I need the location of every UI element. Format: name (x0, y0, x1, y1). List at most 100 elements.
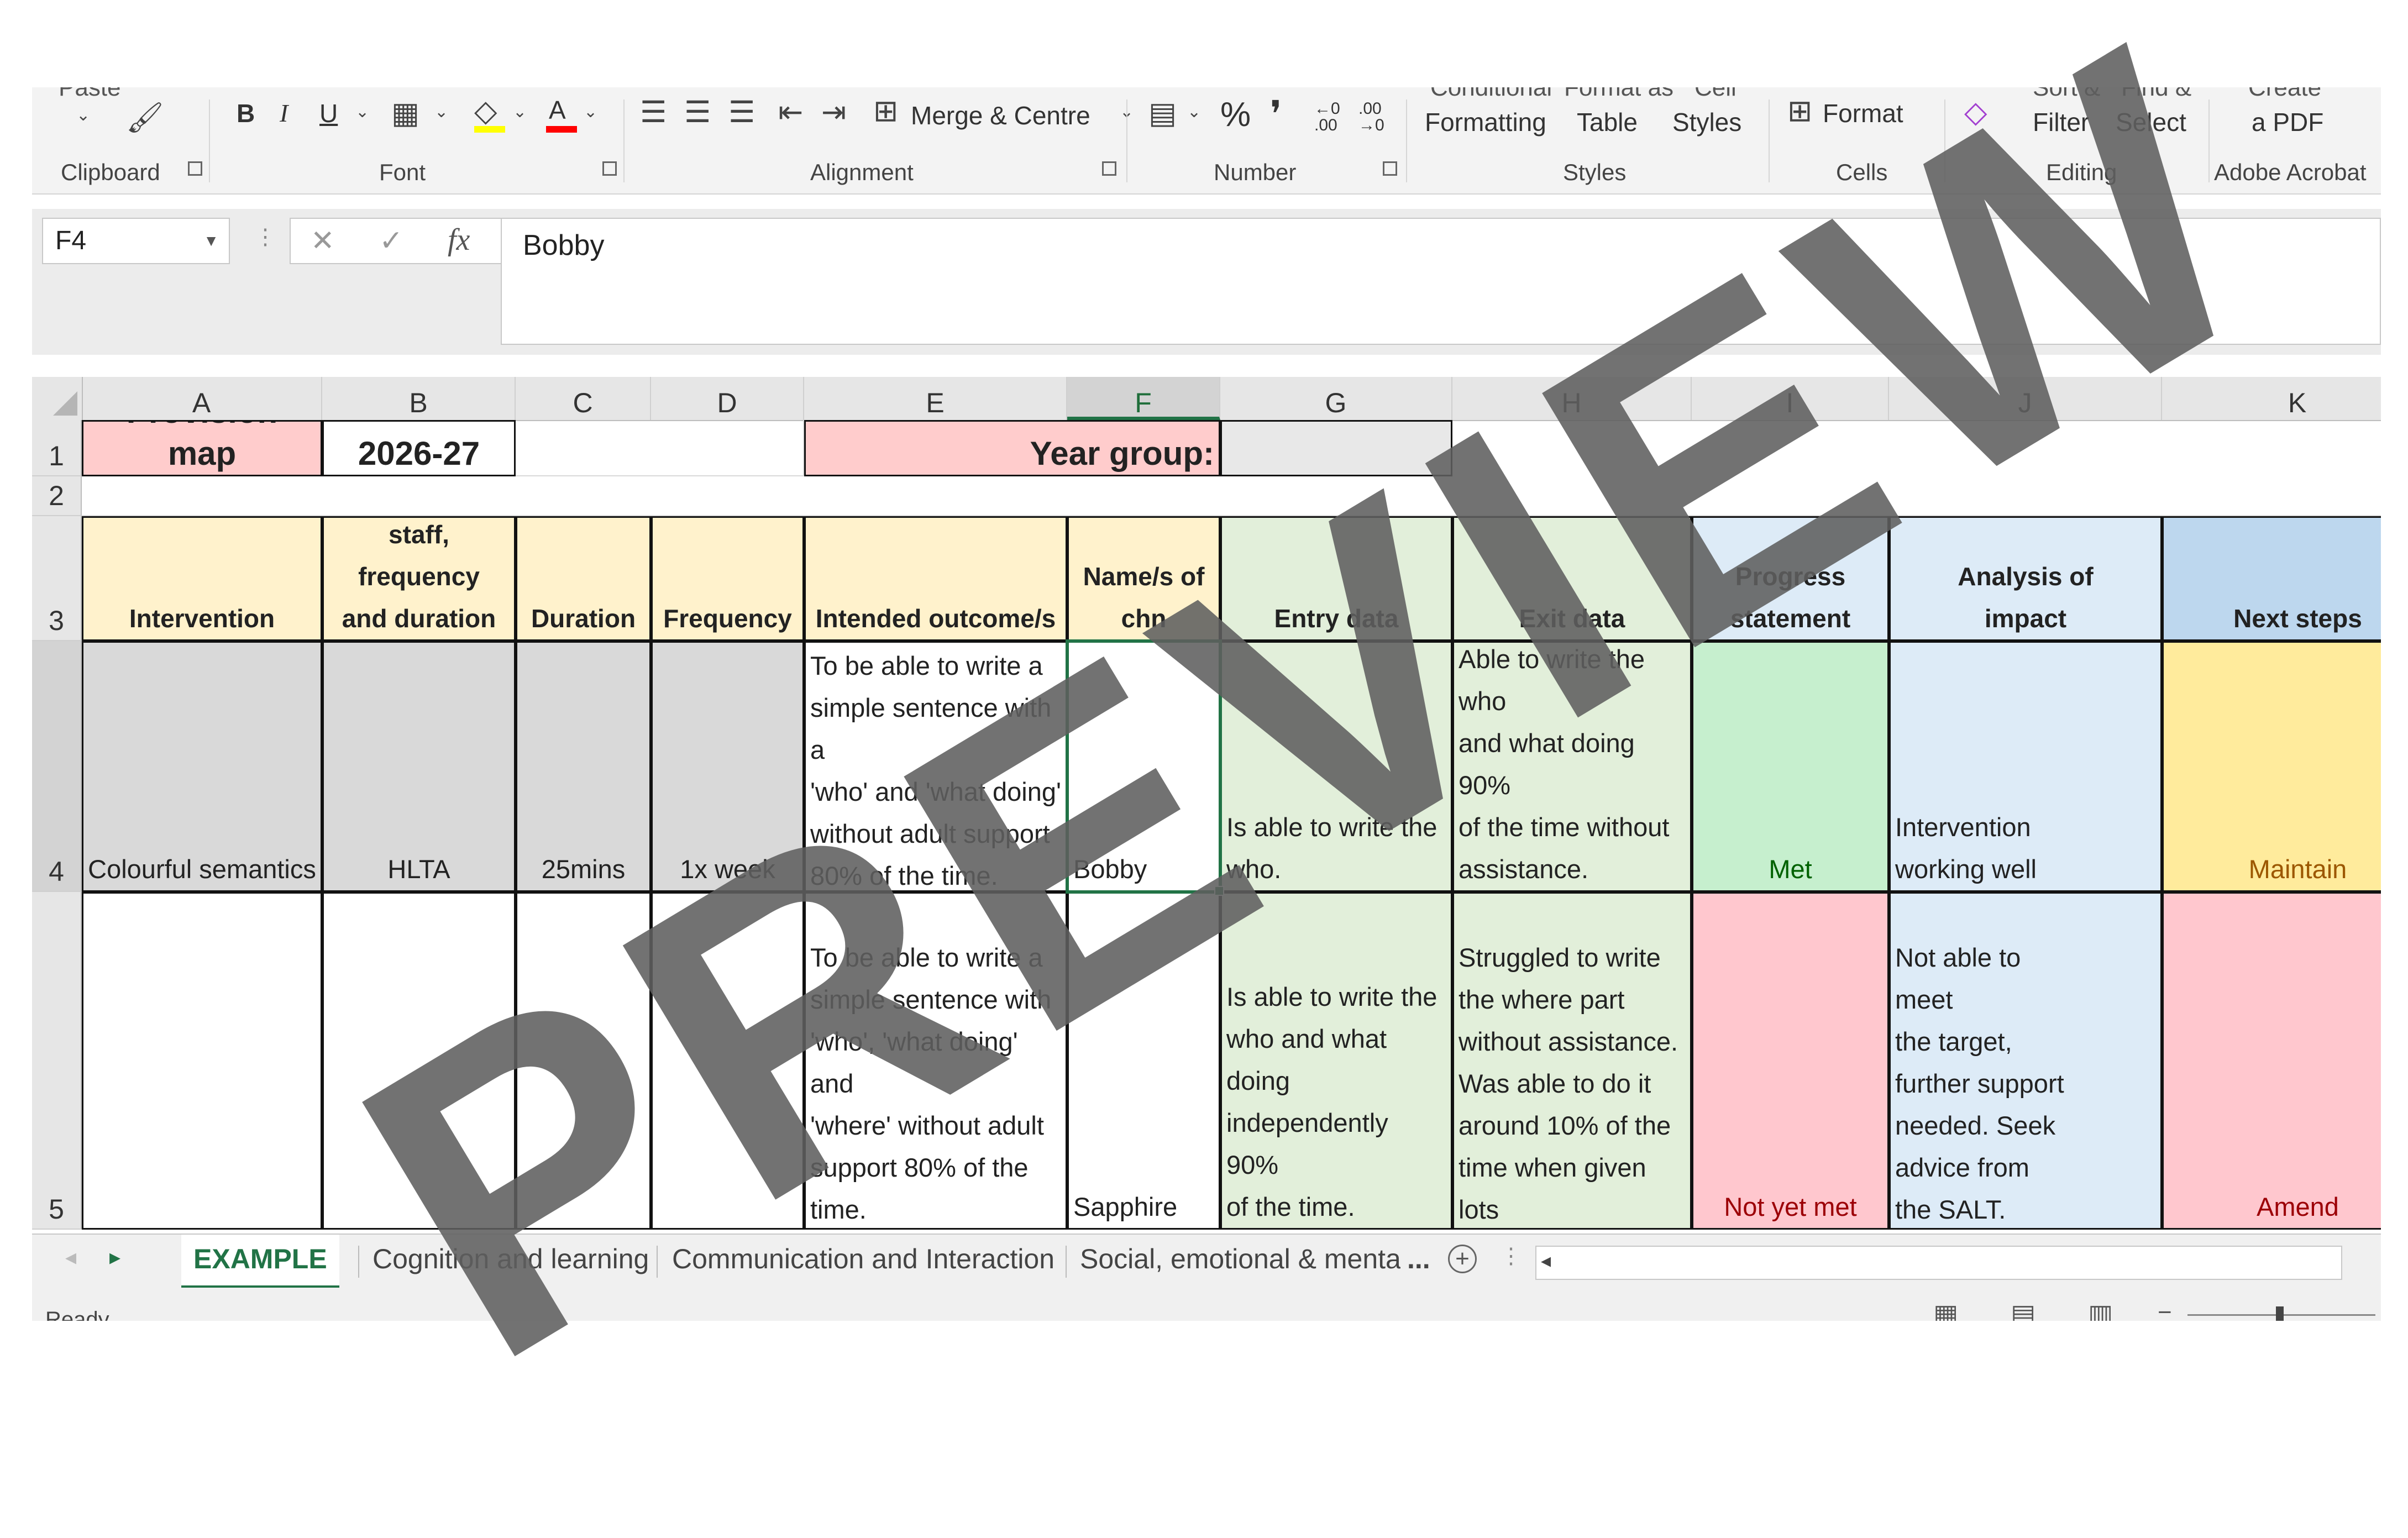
cell-h4[interactable]: Able to write the who and what doing 90%… (1452, 641, 1692, 892)
find-select-top[interactable]: Find & (2121, 87, 2191, 102)
header-h[interactable]: Exit data (1452, 516, 1692, 641)
cell-e5[interactable]: To be able to write a simple sentence wi… (804, 892, 1067, 1230)
row-header-4[interactable]: 4 (32, 641, 82, 892)
prev-sheet-icon[interactable]: ◂ (65, 1245, 76, 1270)
cell-c5[interactable] (516, 892, 651, 1230)
cancel-icon[interactable]: ✕ (311, 224, 335, 258)
header-c[interactable]: Duration (516, 516, 651, 641)
cell-a1-title[interactable]: Provision map (82, 420, 322, 476)
cell-a5[interactable] (82, 892, 322, 1230)
create-pdf-button[interactable]: a PDF (2252, 107, 2323, 137)
normal-view-icon[interactable]: ▦ (1933, 1299, 1958, 1321)
format-cells-icon[interactable]: ⊞ (1787, 96, 1812, 126)
horizontal-scrollbar[interactable]: ◂ (1535, 1246, 2342, 1280)
cell-c4[interactable]: 25mins (516, 641, 651, 892)
accounting-dropdown-icon[interactable]: ⌄ (1187, 104, 1201, 120)
decrease-indent-icon[interactable]: ⇤ (778, 97, 803, 127)
borders-icon[interactable]: ▦ (391, 98, 419, 128)
cell-f5[interactable]: Sapphire (1067, 892, 1220, 1230)
formula-input[interactable]: Bobby (501, 218, 2381, 345)
format-button[interactable]: Format (1823, 98, 1903, 128)
column-header-b[interactable]: B (322, 377, 516, 420)
percent-button[interactable]: % (1220, 95, 1251, 134)
next-sheet-icon[interactable]: ▸ (109, 1245, 120, 1270)
cell-g5[interactable]: Is able to write the who and what doing … (1220, 892, 1452, 1230)
alignment-launcher-icon[interactable] (1102, 161, 1116, 176)
cell-b4[interactable]: HLTA (322, 641, 516, 892)
format-as-table-top[interactable]: Format as (1564, 87, 1673, 102)
header-f[interactable]: Name/s of chn (1067, 516, 1220, 641)
row-header-3[interactable]: 3 (32, 516, 82, 641)
paste-dropdown-icon[interactable]: ⌄ (76, 107, 90, 124)
align-left-icon[interactable]: ☰ (640, 97, 667, 127)
header-k[interactable]: Next steps (2162, 516, 2381, 641)
header-d[interactable]: Frequency (651, 516, 804, 641)
conditional-formatting-top[interactable]: Conditional (1430, 87, 1552, 102)
header-b[interactable]: Member of staff, frequency and duration (322, 516, 516, 641)
cell-row2-blank[interactable] (82, 476, 2381, 516)
cell-e1-year-group-label[interactable]: Year group: (804, 420, 1220, 476)
format-painter-icon[interactable]: 🖌 (126, 103, 164, 133)
fill-dropdown-icon[interactable]: ⌄ (513, 104, 527, 120)
create-pdf-top[interactable]: Create (2248, 87, 2321, 102)
merge-center-icon[interactable]: ⊞ (873, 96, 898, 126)
scroll-left-icon[interactable]: ◂ (1541, 1249, 1551, 1272)
name-box[interactable]: F4 ▼ (42, 218, 230, 264)
cell-j4[interactable]: Intervention working well (1889, 641, 2162, 892)
select-all-button[interactable] (32, 377, 83, 420)
column-header-a[interactable]: A (82, 377, 322, 420)
page-break-icon[interactable]: ▥ (2088, 1299, 2113, 1321)
cell-c1[interactable] (516, 420, 804, 476)
accounting-format-icon[interactable]: ▤ (1148, 98, 1177, 128)
column-header-k[interactable]: K (2162, 377, 2381, 420)
tab-social-emotional-mental[interactable]: Social, emotional & mental (1080, 1235, 1400, 1285)
more-tabs-button[interactable]: ... (1407, 1235, 1430, 1285)
cell-b1-year[interactable]: 2026-27 (322, 420, 516, 476)
column-header-h[interactable]: H (1452, 377, 1692, 420)
column-header-i[interactable]: I (1692, 377, 1889, 420)
clipboard-launcher-icon[interactable] (188, 161, 202, 176)
clear-eraser-icon[interactable]: ◇ (1964, 97, 1987, 127)
cell-styles-button[interactable]: Styles (1672, 107, 1741, 137)
row-header-1[interactable]: 1 (32, 420, 82, 476)
increase-indent-icon[interactable]: ⇥ (821, 97, 846, 127)
underline-button[interactable]: U (319, 98, 338, 128)
font-launcher-icon[interactable] (602, 161, 617, 176)
header-g[interactable]: Entry data (1220, 516, 1452, 641)
underline-dropdown-icon[interactable]: ⌄ (355, 104, 369, 120)
paste-button[interactable]: Paste (59, 87, 121, 102)
scroll-grip-icon[interactable]: ⋮ (1500, 1243, 1522, 1269)
find-select-button[interactable]: Select (2116, 107, 2186, 137)
cell-b5[interactable] (322, 892, 516, 1230)
cell-d4[interactable]: 1x week (651, 641, 804, 892)
bold-button[interactable]: B (237, 98, 255, 128)
header-i[interactable]: Progress statement (1692, 516, 1889, 641)
add-sheet-icon[interactable]: + (1448, 1245, 1477, 1273)
enter-icon[interactable]: ✓ (379, 224, 403, 258)
font-color-dropdown-icon[interactable]: ⌄ (584, 104, 597, 120)
format-as-table-button[interactable]: Table (1577, 107, 1638, 137)
decrease-decimal-button[interactable]: .00 →0 (1358, 101, 1392, 134)
cell-d5[interactable] (651, 892, 804, 1230)
tab-example[interactable]: EXAMPLE (181, 1235, 339, 1289)
header-j[interactable]: Analysis of impact (1889, 516, 2162, 641)
increase-decimal-button[interactable]: ←0 .00 (1314, 101, 1347, 134)
italic-button[interactable]: I (280, 98, 288, 128)
header-a[interactable]: Intervention (82, 516, 322, 641)
sort-filter-button[interactable]: Filter (2033, 107, 2089, 137)
column-header-c[interactable]: C (516, 377, 651, 420)
cell-f4[interactable]: Bobby (1067, 641, 1220, 892)
tab-communication-and-interaction[interactable]: Communication and Interaction (672, 1235, 1055, 1285)
cell-h5[interactable]: Struggled to write the where part withou… (1452, 892, 1692, 1230)
row-header-2[interactable]: 2 (32, 476, 82, 516)
align-right-icon[interactable]: ☰ (728, 97, 755, 127)
name-box-dropdown-icon[interactable]: ▼ (203, 219, 219, 263)
align-center-icon[interactable]: ☰ (684, 97, 711, 127)
cell-k5[interactable]: Amend (2162, 892, 2381, 1230)
zoom-slider-thumb[interactable] (2276, 1306, 2284, 1321)
cell-j5[interactable]: Not able to meet the target, further sup… (1889, 892, 2162, 1230)
cell-i5[interactable]: Not yet met (1692, 892, 1889, 1230)
conditional-formatting-button[interactable]: Formatting (1425, 107, 1546, 137)
row-header-5[interactable]: 5 (32, 892, 82, 1230)
column-header-j[interactable]: J (1889, 377, 2162, 420)
